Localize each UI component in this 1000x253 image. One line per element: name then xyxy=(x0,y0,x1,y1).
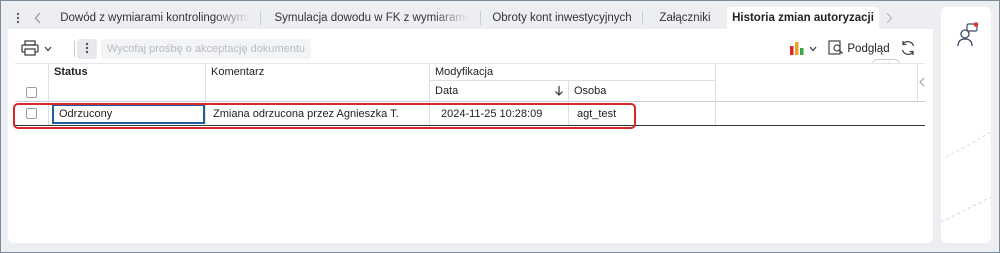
more-dots-icon xyxy=(85,42,89,57)
column-header-date[interactable]: Data xyxy=(429,81,553,101)
select-all-checkbox[interactable] xyxy=(26,87,37,98)
tab-bar: Dowód z wymiarami kontrolingowymi Symula… xyxy=(8,7,934,29)
tab-label: Historia zmian autoryzacji xyxy=(732,12,874,24)
column-group-modification: Modyfikacja xyxy=(435,65,494,78)
date-cell[interactable]: 2024-11-25 10:28:09 xyxy=(441,104,568,124)
print-button[interactable] xyxy=(18,39,54,59)
sort-descending-icon[interactable] xyxy=(554,85,564,99)
tab-obroty[interactable]: Obroty kont inwestycyjnych xyxy=(481,7,643,29)
print-icon xyxy=(20,39,39,59)
support-chat-icon xyxy=(955,22,979,51)
preview-icon xyxy=(828,40,844,58)
tab-historia-zmian[interactable]: Historia zmian autoryzacji xyxy=(727,7,879,29)
column-header-status[interactable]: Status xyxy=(48,63,205,80)
chart-button[interactable] xyxy=(787,39,819,59)
chevron-left-icon[interactable] xyxy=(28,7,48,29)
support-chat-button[interactable] xyxy=(955,22,979,51)
right-side-panel xyxy=(941,7,991,243)
chevron-down-icon xyxy=(809,43,817,55)
preview-button[interactable]: Podgląd xyxy=(827,39,891,59)
tab-label: Załączniki xyxy=(659,12,711,24)
tab-label: Dowód z wymiarami kontrolingowymi xyxy=(60,12,249,24)
toolbar-divider xyxy=(74,41,75,57)
column-header-comment[interactable]: Komentarz xyxy=(205,63,429,80)
more-actions-button[interactable] xyxy=(77,39,97,59)
chevron-left-icon[interactable] xyxy=(919,77,925,90)
person-cell[interactable]: agt_test xyxy=(577,104,715,124)
preview-label: Podgląd xyxy=(847,43,890,55)
refresh-icon xyxy=(900,40,916,59)
tab-label: Obroty kont inwestycyjnych xyxy=(492,12,632,24)
status-cell[interactable]: Odrzucony xyxy=(52,104,205,124)
chevron-right-icon[interactable] xyxy=(879,7,899,29)
tab-symulacja[interactable]: Symulacja dowodu w FK z wymiarami xyxy=(261,7,481,29)
tab-dowod-wymiary[interactable]: Dowód z wymiarami kontrolingowymi xyxy=(48,7,261,29)
refresh-button[interactable] xyxy=(897,39,919,59)
authorization-history-table: Status Komentarz Modyfikacja Data Osoba … xyxy=(15,63,925,126)
more-vert-icon[interactable] xyxy=(8,7,28,29)
tab-zalaczniki[interactable]: Załączniki xyxy=(643,7,727,29)
toolbar: Wycofaj prośbę o akceptację dokumentu Po… xyxy=(8,29,933,69)
row-checkbox[interactable] xyxy=(26,108,37,119)
decorative-lines xyxy=(941,131,991,223)
withdraw-approval-button[interactable]: Wycofaj prośbę o akceptację dokumentu xyxy=(101,39,311,59)
column-header-person[interactable]: Osoba xyxy=(568,81,715,101)
content-panel: Wycofaj prośbę o akceptację dokumentu Po… xyxy=(8,29,933,243)
tab-label: Symulacja dowodu w FK z wymiarami xyxy=(274,12,468,24)
table-row[interactable]: Odrzucony Zmiana odrzucona przez Agniesz… xyxy=(15,104,925,124)
comment-cell[interactable]: Zmiana odrzucona przez Agnieszka T. xyxy=(213,104,429,124)
chevron-down-icon xyxy=(44,43,52,55)
chart-icon xyxy=(789,41,805,58)
